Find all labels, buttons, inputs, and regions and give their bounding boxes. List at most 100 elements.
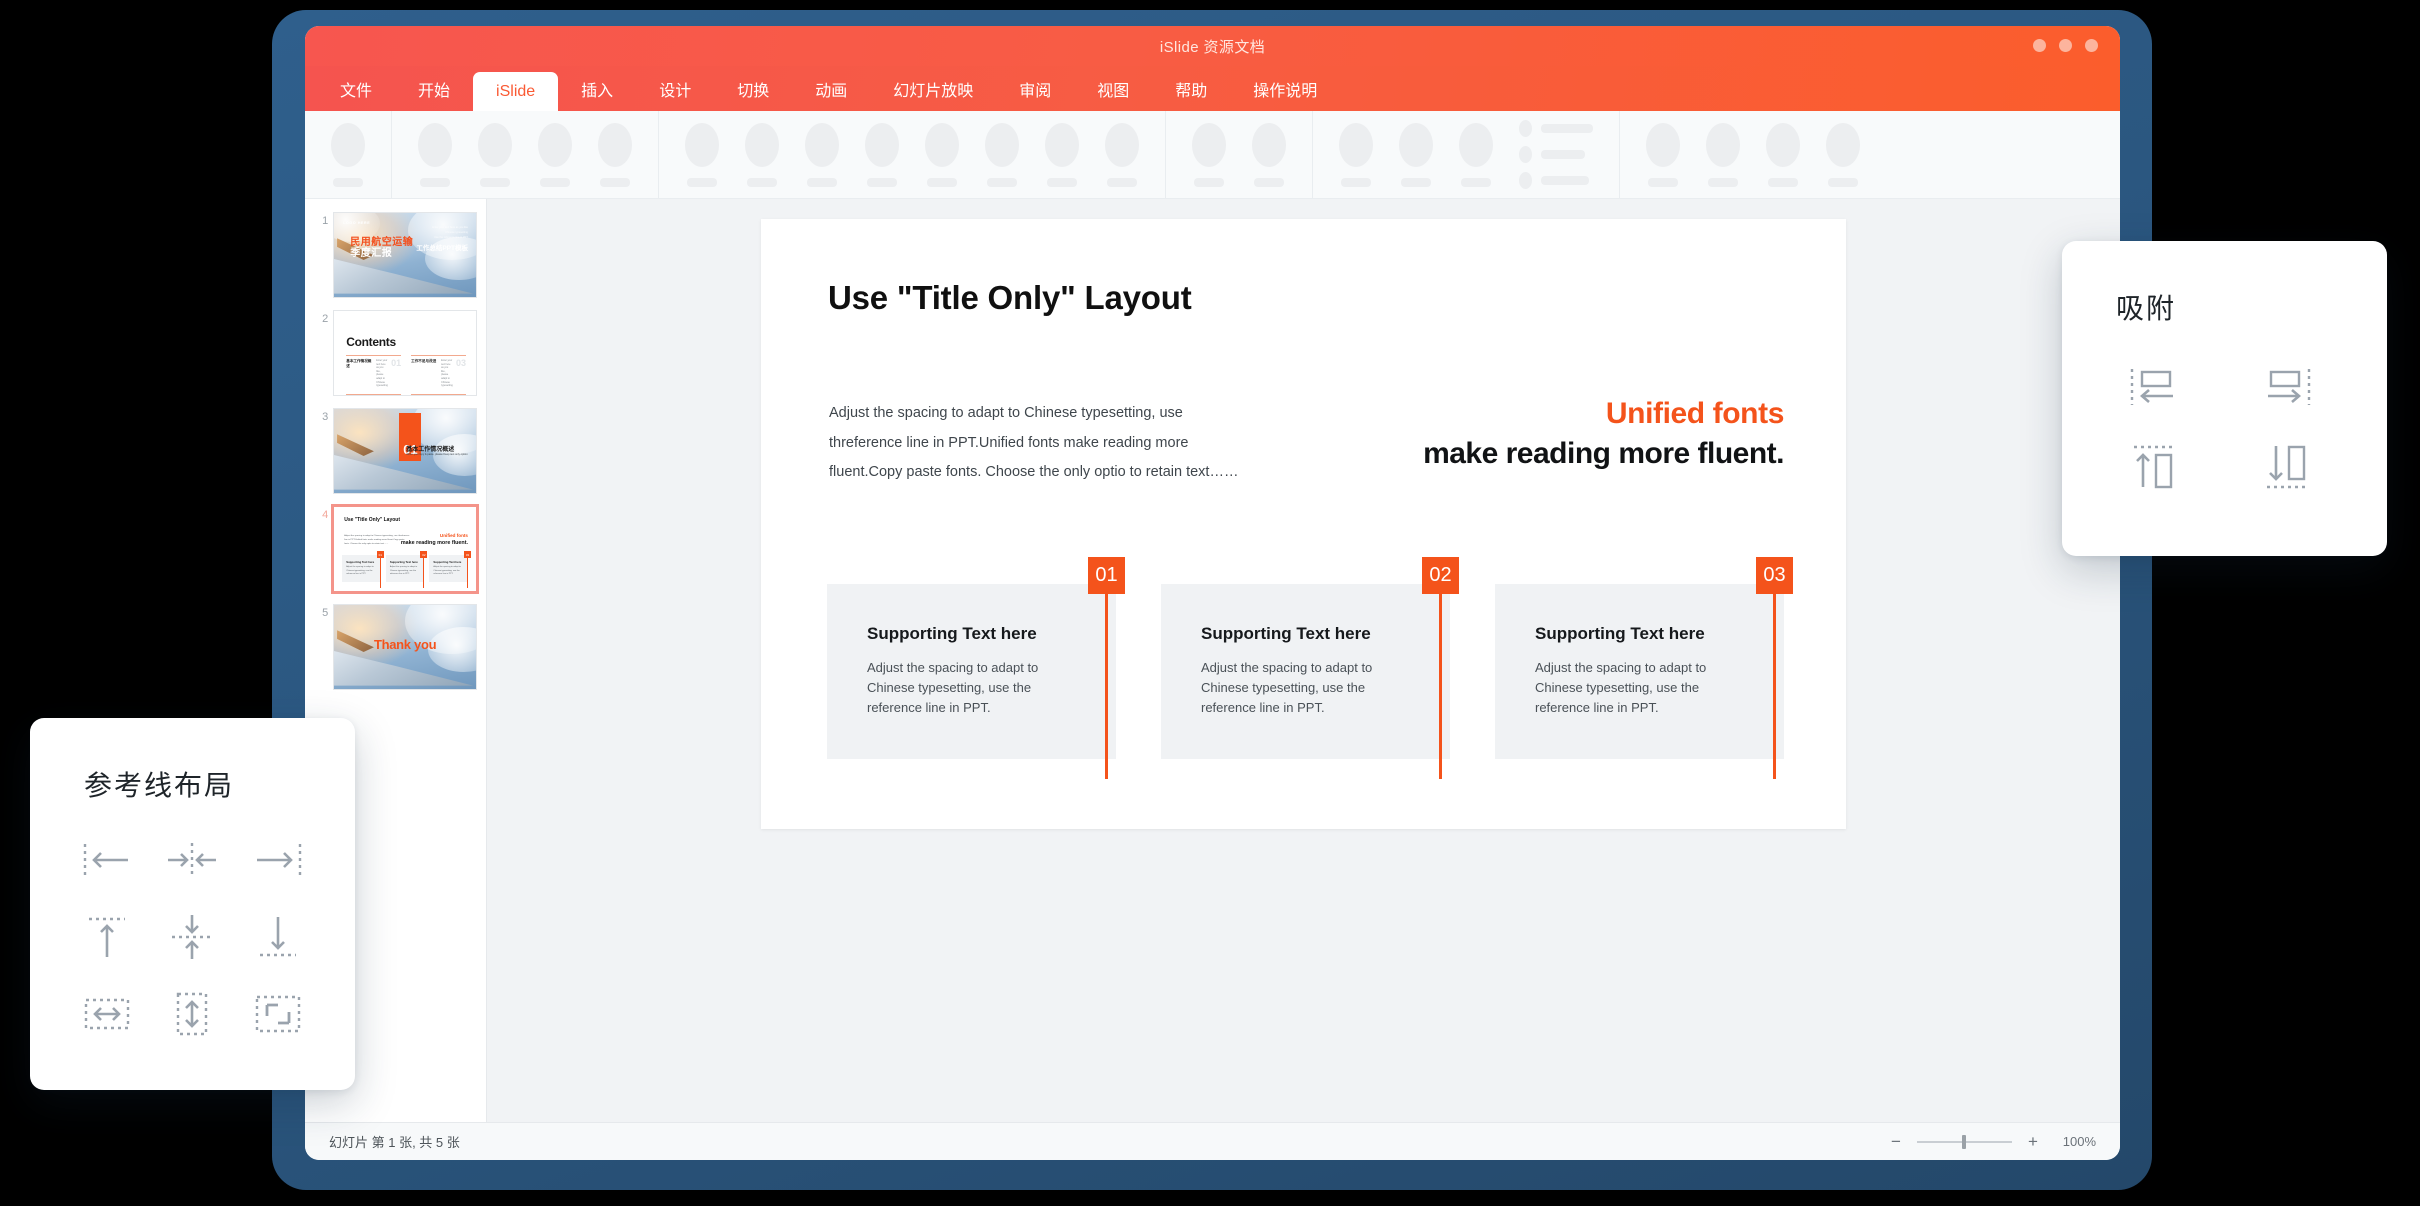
ribbon-label-placeholder — [420, 177, 450, 187]
ribbon-icon-placeholder — [1766, 122, 1800, 167]
snap-popover[interactable]: 吸附 — [2062, 241, 2387, 556]
zoom-controls[interactable]: − + 100% — [1889, 1133, 2096, 1150]
ribbon-button-placeholder[interactable] — [478, 122, 512, 187]
ribbon-label-placeholder — [480, 177, 510, 187]
contents-title: Contents — [346, 335, 396, 349]
slide-card[interactable]: 03 Supporting Text here Adjust the spaci… — [1495, 557, 1793, 779]
ribbon-button-placeholder[interactable] — [1252, 122, 1286, 187]
thumbnail-slide-5[interactable]: 5 Thank you — [305, 605, 486, 703]
window-controls[interactable] — [2033, 39, 2098, 52]
fit-height-guide-icon[interactable] — [150, 975, 236, 1052]
thumbnail-number: 1 — [322, 215, 329, 227]
ribbon-button-placeholder[interactable] — [418, 122, 452, 187]
menu-item-n4[interactable]: 设计 — [636, 66, 714, 111]
contents-cell: 工作不足与改进 Enter your text here as you like… — [411, 355, 466, 388]
snap-bottom-icon[interactable] — [2221, 427, 2354, 507]
ribbon-button-placeholder[interactable] — [1459, 122, 1493, 187]
slide-card[interactable]: 02 Supporting Text here Adjust the spaci… — [1161, 557, 1459, 779]
slide-title[interactable]: Use "Title Only" Layout — [828, 279, 1192, 317]
active-slide[interactable]: Use "Title Only" Layout Adjust the spaci… — [761, 219, 1846, 829]
menu-item-n6[interactable]: 动画 — [792, 66, 870, 111]
ribbon-button-placeholder[interactable] — [331, 122, 365, 187]
close-dot[interactable] — [2085, 39, 2098, 52]
ribbon-button-placeholder[interactable] — [538, 122, 572, 187]
minimize-dot[interactable] — [2033, 39, 2046, 52]
fit-frame-guide-icon[interactable] — [235, 975, 321, 1052]
ribbon-label-placeholder — [1107, 177, 1137, 187]
slide-canvas-area: Use "Title Only" Layout Adjust the spaci… — [487, 199, 2120, 1122]
ribbon-list-placeholder[interactable] — [1519, 120, 1593, 189]
thumbnail-preview[interactable]: Contents 基本工作情况概述 Enter your text here a… — [334, 311, 476, 395]
titleonly-title: Use "Title Only" Layout — [344, 517, 401, 523]
thumbnail-slide-4[interactable]: 4 Use "Title Only" Layout Adjust the spa… — [305, 507, 486, 605]
thumbnail-preview[interactable]: LOGO HERE 民用航空运输 季度汇报 Enter your text he… — [334, 213, 476, 297]
align-left-guide-icon[interactable] — [64, 822, 150, 899]
align-top-guide-icon[interactable] — [64, 899, 150, 976]
ribbon-button-placeholder[interactable] — [1706, 122, 1740, 187]
ribbon-button-placeholder[interactable] — [1646, 122, 1680, 187]
menu-item-n1[interactable]: 开始 — [395, 66, 473, 111]
menu-item-n9[interactable]: 视图 — [1074, 66, 1152, 111]
menu-item-n11[interactable]: 操作说明 — [1230, 66, 1340, 111]
ribbon-icon-placeholder — [418, 122, 452, 167]
zoom-slider[interactable] — [1917, 1134, 2012, 1149]
ribbon-icon-placeholder — [1459, 122, 1493, 167]
ribbon-button-placeholder[interactable] — [598, 122, 632, 187]
ribbon-button-placeholder[interactable] — [1105, 122, 1139, 187]
ribbon-label-placeholder — [1254, 177, 1284, 187]
fit-width-guide-icon[interactable] — [64, 975, 150, 1052]
menu-item-n5[interactable]: 切换 — [714, 66, 792, 111]
thumbnail-slide-1[interactable]: 1 LOGO HERE 民用航空运输 季度汇报 Enter your text … — [305, 213, 486, 311]
snap-left-icon[interactable] — [2088, 347, 2221, 427]
ribbon-label-placeholder — [1461, 177, 1491, 187]
zoom-out-button[interactable]: − — [1889, 1133, 1903, 1150]
ribbon-button-placeholder[interactable] — [1045, 122, 1079, 187]
menu-item-n0[interactable]: 文件 — [317, 66, 395, 111]
maximize-dot[interactable] — [2059, 39, 2072, 52]
contents-cell: 工作完成情况汇报 Enter your text here as you lik… — [346, 393, 402, 395]
ribbon-button-placeholder[interactable] — [1192, 122, 1226, 187]
ribbon-button-placeholder[interactable] — [985, 122, 1019, 187]
thumbnail-preview[interactable]: Use "Title Only" Layout Adjust the spaci… — [334, 507, 476, 591]
thumbnail-slide-2[interactable]: 2 Contents 基本工作情况概述 Enter your text here… — [305, 311, 486, 409]
contents-text: Enter your text here as you like, please… — [441, 359, 453, 388]
guide-layout-popover[interactable]: 参考线布局 — [30, 718, 355, 1090]
snap-right-icon[interactable] — [2221, 347, 2354, 427]
ribbon-button-placeholder[interactable] — [865, 122, 899, 187]
thumbnail-slide-3[interactable]: 3 01 基本工作情况概述 When you copy & paste, ple… — [305, 409, 486, 507]
align-center-horizontal-guide-icon[interactable] — [150, 822, 236, 899]
thumbnail-preview[interactable]: 01 基本工作情况概述 When you copy & paste, pleas… — [334, 409, 476, 493]
align-middle-vertical-guide-icon[interactable] — [150, 899, 236, 976]
ribbon-list-line — [1541, 176, 1589, 185]
card-accent-line — [1773, 594, 1776, 779]
ribbon-label-placeholder — [333, 177, 363, 187]
ribbon-button-placeholder[interactable] — [1826, 122, 1860, 187]
menu-item-n10[interactable]: 帮助 — [1152, 66, 1230, 111]
align-right-guide-icon[interactable] — [235, 822, 321, 899]
ribbon-button-placeholder[interactable] — [805, 122, 839, 187]
zoom-slider-knob[interactable] — [1961, 1134, 1966, 1149]
ribbon-button-placeholder[interactable] — [1339, 122, 1373, 187]
zoom-in-button[interactable]: + — [2026, 1133, 2040, 1150]
snap-top-icon[interactable] — [2088, 427, 2221, 507]
ribbon-button-placeholder[interactable] — [685, 122, 719, 187]
ribbon-button-placeholder[interactable] — [925, 122, 959, 187]
menu-item-n3[interactable]: 插入 — [558, 66, 636, 111]
menu-item-n7[interactable]: 幻灯片放映 — [870, 66, 996, 111]
thumbnail-preview[interactable]: Thank you — [334, 605, 476, 689]
ribbon-button-placeholder[interactable] — [1399, 122, 1433, 187]
menu-item-islide[interactable]: iSlide — [473, 72, 559, 111]
ribbon-button-placeholder[interactable] — [1766, 122, 1800, 187]
cover-sub-2: Chinese typesetting — [445, 231, 468, 234]
ribbon-list-bullet — [1519, 146, 1532, 163]
cover-line-2: 季度汇报 — [350, 248, 393, 259]
slide-headline-orange[interactable]: Unified fonts — [1606, 397, 1785, 431]
slide-card[interactable]: 01 Supporting Text here Adjust the spaci… — [827, 557, 1125, 779]
align-bottom-guide-icon[interactable] — [235, 899, 321, 976]
cover-sub-3: Use the reference line in PPT — [434, 236, 468, 239]
ribbon-icon-placeholder — [685, 122, 719, 167]
slide-headline-black[interactable]: make reading more fluent. — [1423, 437, 1784, 471]
ribbon-button-placeholder[interactable] — [745, 122, 779, 187]
menu-item-n8[interactable]: 审阅 — [996, 66, 1074, 111]
slide-body-text[interactable]: Adjust the spacing to adapt to Chinese t… — [829, 399, 1254, 488]
